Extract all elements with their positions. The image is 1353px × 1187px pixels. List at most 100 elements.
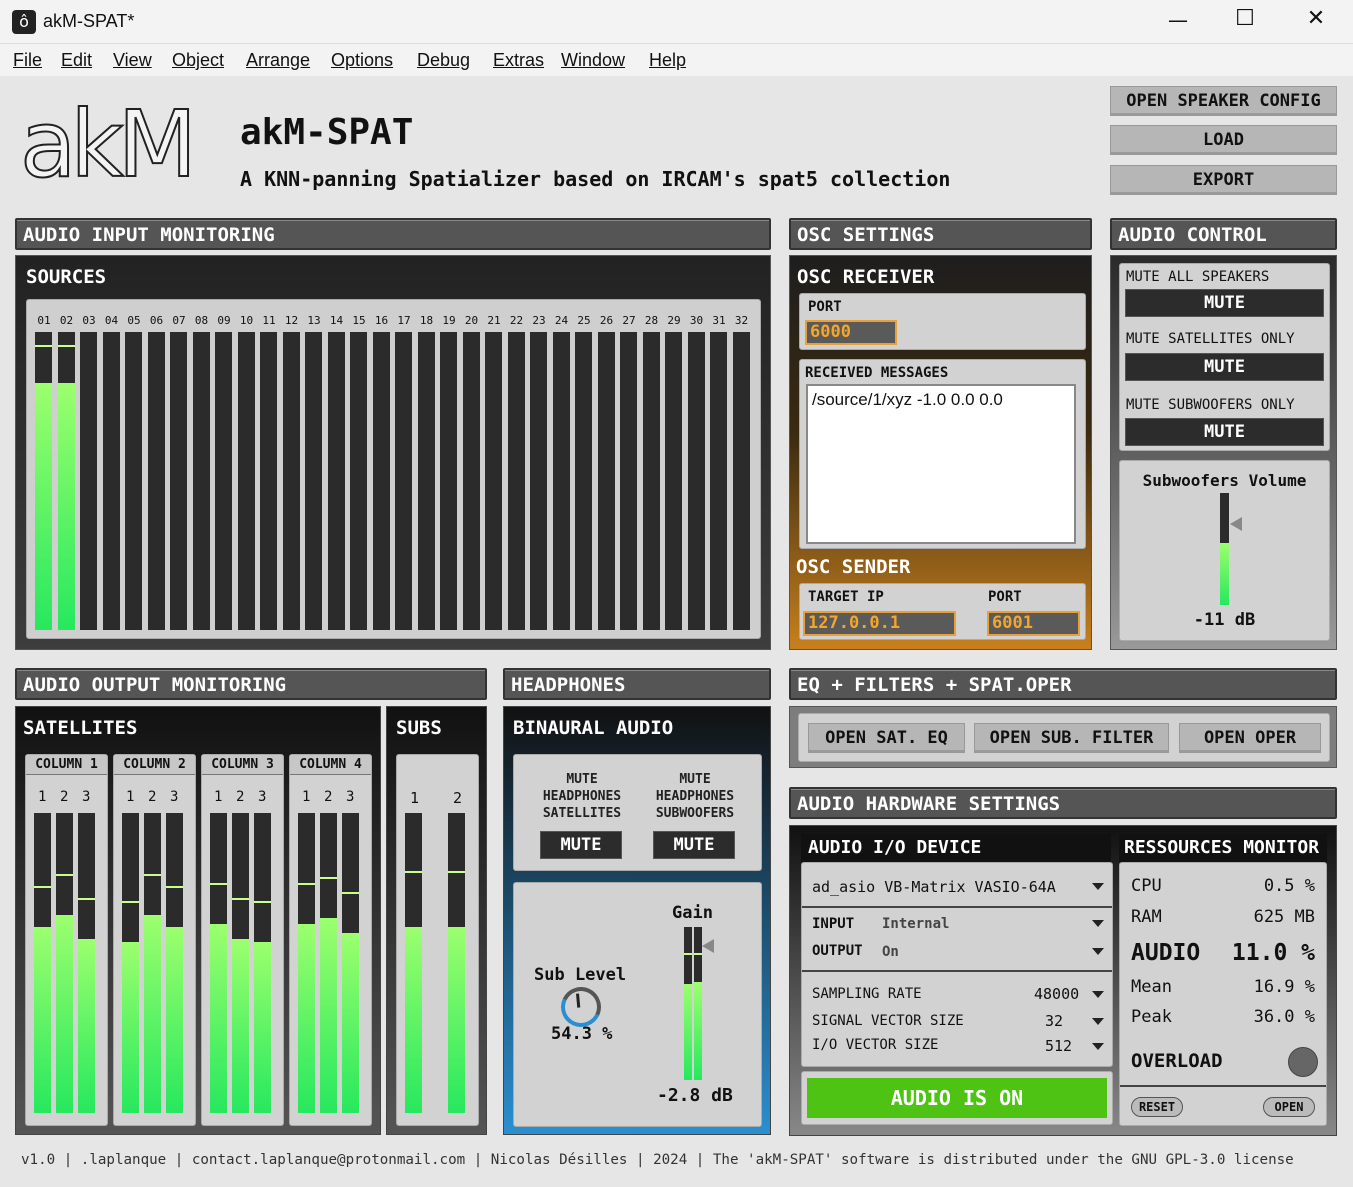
mute-satellites-label: MUTE SATELLITES ONLY <box>1126 331 1295 347</box>
satellite-speaker-num: 1 <box>302 789 311 805</box>
menu-arrange[interactable]: Arrange <box>246 50 310 71</box>
subs-card: 1 2 <box>396 754 479 1126</box>
source-meter <box>237 332 255 630</box>
sub-volume-handle-icon[interactable] <box>1230 517 1242 531</box>
eq-card: OPEN SAT. EQ OPEN SUB. FILTER OPEN OPER <box>798 713 1330 762</box>
open-sat-eq-button[interactable]: OPEN SAT. EQ <box>808 723 965 753</box>
minimize-icon[interactable]: — <box>1155 8 1201 32</box>
output-select[interactable]: On <box>882 944 899 960</box>
input-select[interactable]: Internal <box>882 916 949 932</box>
overload-led-icon <box>1288 1047 1318 1077</box>
source-meter <box>575 332 592 630</box>
close-icon[interactable]: ✕ <box>1293 6 1339 31</box>
sub-level-label: Sub Level <box>534 965 627 985</box>
menu-bar: File Edit View Object Arrange Options De… <box>0 44 1353 76</box>
source-channel-label: 28 <box>644 314 659 327</box>
satellite-meter <box>254 813 271 1113</box>
mute-satellites-button[interactable]: MUTE <box>1125 353 1324 381</box>
source-meter <box>642 332 660 630</box>
mute-all-button[interactable]: MUTE <box>1125 289 1324 317</box>
device-chevron-down-icon[interactable] <box>1092 883 1104 890</box>
open-oper-button[interactable]: OPEN OPER <box>1179 723 1321 753</box>
satellite-speaker-num: 3 <box>82 789 91 805</box>
source-channel-label: 08 <box>194 314 209 327</box>
satellite-meter <box>320 813 337 1113</box>
satellite-speaker-num: 1 <box>214 789 223 805</box>
source-meter <box>417 332 435 630</box>
source-channel-label: 32 <box>734 314 749 327</box>
source-channel-label: 18 <box>419 314 434 327</box>
source-channel-label: 07 <box>172 314 186 327</box>
menu-view[interactable]: View <box>113 50 152 71</box>
signal-vector-chevron-down-icon[interactable] <box>1092 1018 1104 1025</box>
source-meter <box>192 332 210 630</box>
menu-options[interactable]: Options <box>331 50 393 71</box>
menu-object[interactable]: Object <box>172 50 224 71</box>
peak-value: 36.0 % <box>1253 1007 1315 1027</box>
mute-hp-satellites-button[interactable]: MUTE <box>540 831 622 859</box>
source-meter <box>372 332 390 630</box>
satellite-column-label: COLUMN 1 <box>26 755 107 775</box>
export-button[interactable]: EXPORT <box>1110 165 1337 195</box>
satellite-speaker-num: 2 <box>148 789 157 805</box>
menu-help[interactable]: Help <box>649 50 686 71</box>
sampling-rate-select[interactable]: 48000 <box>1034 985 1079 1003</box>
sampling-rate-chevron-down-icon[interactable] <box>1092 991 1104 998</box>
source-meter <box>485 332 502 630</box>
source-channel-label: 11 <box>262 314 276 327</box>
window-title: akM-SPAT* <box>43 11 135 31</box>
source-channel-label: 22 <box>509 314 524 327</box>
source-channel-label: 29 <box>667 314 681 327</box>
maximize-icon[interactable]: ☐ <box>1222 6 1268 31</box>
app-title: akM-SPAT <box>240 112 414 153</box>
io-vector-select[interactable]: 512 <box>1045 1037 1072 1055</box>
source-channel-label: 20 <box>464 314 479 327</box>
mute-hp-subwoofers-button[interactable]: MUTE <box>653 831 735 859</box>
source-channel-label: 02 <box>59 314 74 327</box>
source-meter <box>462 332 480 630</box>
input-label: INPUT <box>812 916 855 932</box>
sender-port-field[interactable]: 6001 <box>987 611 1080 636</box>
menu-extras[interactable]: Extras <box>493 50 544 71</box>
source-channel-label: 03 <box>82 314 96 327</box>
source-channel-label: 19 <box>442 314 456 327</box>
io-vector-chevron-down-icon[interactable] <box>1092 1043 1104 1050</box>
receiver-port-field[interactable]: 6000 <box>805 320 897 345</box>
osc-receiver-title: OSC RECEIVER <box>797 266 935 288</box>
signal-vector-select[interactable]: 32 <box>1045 1012 1063 1030</box>
input-chevron-down-icon[interactable] <box>1092 920 1104 927</box>
signal-vector-label: SIGNAL VECTOR SIZE <box>812 1013 964 1029</box>
output-chevron-down-icon[interactable] <box>1092 948 1104 955</box>
target-ip-label: TARGET IP <box>808 589 884 605</box>
source-channel-label: 26 <box>599 314 614 327</box>
menu-debug[interactable]: Debug <box>417 50 470 71</box>
device-select[interactable]: ad_asio VB-Matrix VASIO-64A <box>812 878 1056 896</box>
target-ip-field[interactable]: 127.0.0.1 <box>803 611 956 636</box>
open-monitor-button[interactable]: OPEN <box>1263 1097 1315 1117</box>
sources-title: SOURCES <box>26 266 107 288</box>
headphones-level-card: Sub Level 54.3 % Gain -2.8 dB <box>513 882 762 1127</box>
source-channel-label: 12 <box>284 314 299 327</box>
gain-handle-icon[interactable] <box>702 939 714 953</box>
reset-button[interactable]: RESET <box>1131 1097 1183 1117</box>
sub-meter <box>448 813 465 1113</box>
source-meter <box>552 332 570 630</box>
hardware-panel: AUDIO I/O DEVICE ad_asio VB-Matrix VASIO… <box>789 825 1337 1136</box>
source-meter <box>125 332 142 630</box>
mute-subwoofers-button[interactable]: MUTE <box>1125 418 1324 446</box>
menu-window[interactable]: Window <box>561 50 625 71</box>
open-sub-filter-button[interactable]: OPEN SUB. FILTER <box>974 723 1169 753</box>
sub-volume-slider[interactable] <box>1220 493 1229 605</box>
load-button[interactable]: LOAD <box>1110 125 1337 155</box>
satellites-panel: SATELLITES COLUMN 1 1 2 3 COLUMN 2 1 2 3 COLUMN … <box>15 706 381 1135</box>
menu-edit[interactable]: Edit <box>61 50 92 71</box>
audio-on-button[interactable]: AUDIO IS ON <box>807 1078 1107 1118</box>
sender-card: TARGET IP PORT 127.0.0.1 6001 <box>799 583 1086 640</box>
open-speaker-config-button[interactable]: OPEN SPEAKER CONFIG <box>1110 86 1337 116</box>
source-channel-label: 15 <box>352 314 366 327</box>
source-meter <box>710 332 727 630</box>
menu-file[interactable]: File <box>13 50 42 71</box>
mute-card: MUTE ALL SPEAKERS MUTE MUTE SATELLITES O… <box>1119 263 1330 451</box>
source-channel-label: 13 <box>307 314 321 327</box>
footer-text: v1.0 | .laplanque | contact.laplanque@pr… <box>21 1152 1294 1168</box>
